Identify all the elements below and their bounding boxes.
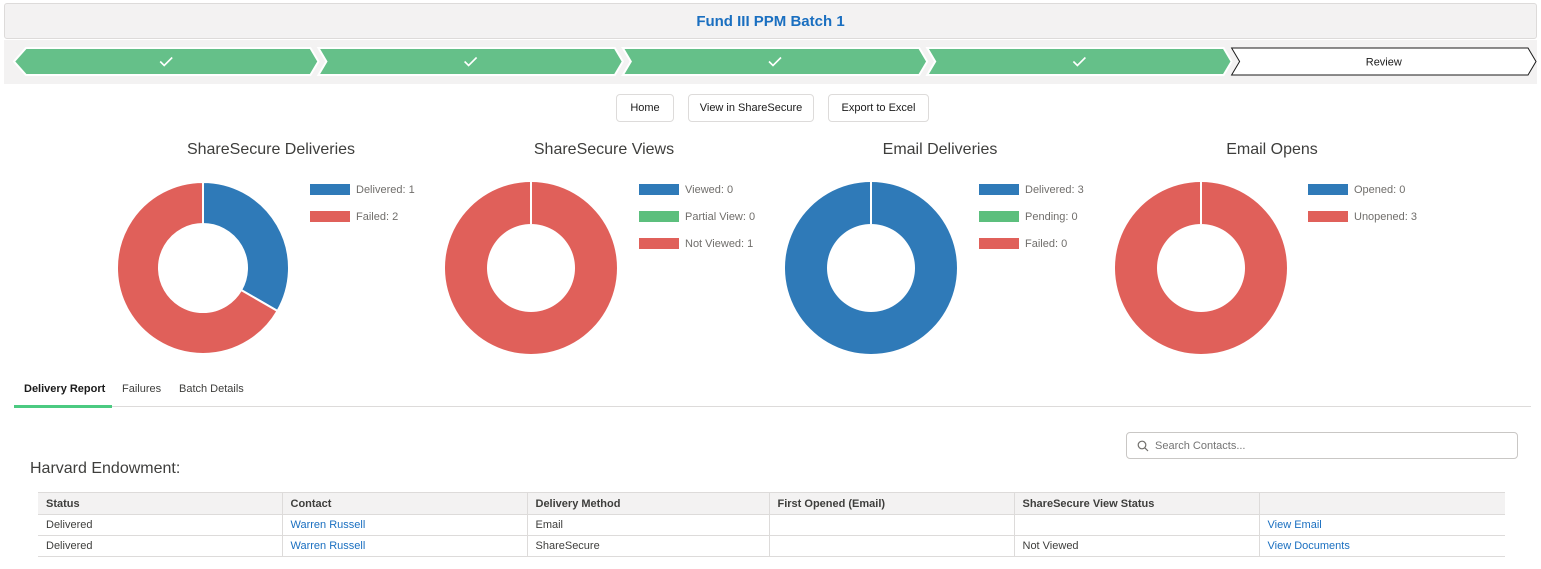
path-step-label: Review bbox=[1366, 57, 1402, 69]
column-header-first-opened: First Opened (Email) bbox=[768, 492, 1015, 515]
legend-item[interactable]: Not Viewed: 1 bbox=[639, 230, 755, 257]
legend-item[interactable]: Partial View: 0 bbox=[639, 203, 755, 230]
legend-swatch bbox=[1308, 211, 1348, 222]
path-step-1[interactable] bbox=[12, 47, 320, 76]
delivery-report-table: Status Contact Delivery Method First Ope… bbox=[38, 492, 1505, 557]
legend-item[interactable]: Failed: 2 bbox=[310, 203, 415, 230]
table-header-row: Status Contact Delivery Method First Ope… bbox=[38, 492, 1505, 515]
legend-label: Delivered: 1 bbox=[356, 183, 415, 196]
legend-item[interactable]: Delivered: 1 bbox=[310, 176, 415, 203]
report-tabs: Delivery Report Failures Batch Details bbox=[14, 381, 1531, 408]
cell-status: Delivered bbox=[38, 514, 282, 536]
path-step-4[interactable] bbox=[925, 47, 1233, 76]
table-row: Delivered Warren Russell ShareSecure Not… bbox=[38, 535, 1505, 557]
legend-item[interactable]: Unopened: 3 bbox=[1308, 203, 1417, 230]
legend-email-opens: Opened: 0 Unopened: 3 bbox=[1308, 176, 1417, 230]
column-header-sharesecure-view-status: ShareSecure View Status bbox=[1013, 492, 1260, 515]
legend-email-deliveries: Delivered: 3 Pending: 0 Failed: 0 bbox=[979, 176, 1084, 257]
legend-swatch bbox=[979, 184, 1019, 195]
legend-label: Failed: 0 bbox=[1025, 237, 1068, 250]
cell-delivery-method: Email bbox=[526, 514, 769, 536]
legend-item[interactable]: Viewed: 0 bbox=[639, 176, 755, 203]
legend-item[interactable]: Pending: 0 bbox=[979, 203, 1084, 230]
cell-first-opened bbox=[768, 535, 1014, 557]
tab-batch-details[interactable]: Batch Details bbox=[179, 383, 244, 395]
legend-swatch bbox=[1308, 184, 1348, 195]
contact-link[interactable]: Warren Russell bbox=[281, 535, 527, 557]
record-header: Fund III PPM Batch 1 bbox=[4, 3, 1537, 39]
view-in-sharesecure-button[interactable]: View in ShareSecure bbox=[688, 94, 814, 122]
legend-swatch bbox=[639, 211, 679, 222]
search-icon bbox=[1137, 440, 1149, 451]
legend-sharesecure-deliveries: Delivered: 1 Failed: 2 bbox=[310, 176, 415, 230]
home-button[interactable]: Home bbox=[616, 94, 674, 122]
legend-sharesecure-views: Viewed: 0 Partial View: 0 Not Viewed: 1 bbox=[639, 176, 755, 257]
cell-view-status: Not Viewed bbox=[1013, 535, 1259, 557]
tab-failures[interactable]: Failures bbox=[122, 383, 161, 395]
account-section-title: Harvard Endowment: bbox=[30, 460, 181, 477]
active-tab-indicator bbox=[14, 405, 112, 408]
cell-first-opened bbox=[768, 514, 1014, 536]
chart-title-email-deliveries: Email Deliveries bbox=[882, 141, 998, 158]
legend-item[interactable]: Opened: 0 bbox=[1308, 176, 1417, 203]
contact-link[interactable]: Warren Russell bbox=[281, 514, 527, 536]
path-svg: Review bbox=[12, 47, 1537, 76]
chart-title-sharesecure-views: ShareSecure Views bbox=[533, 141, 675, 158]
export-to-excel-button[interactable]: Export to Excel bbox=[828, 94, 929, 122]
column-header-status: Status bbox=[38, 492, 283, 515]
legend-swatch bbox=[310, 211, 350, 222]
legend-label: Delivered: 3 bbox=[1025, 183, 1084, 196]
search-contacts-box[interactable] bbox=[1126, 432, 1518, 459]
legend-label: Pending: 0 bbox=[1025, 210, 1078, 223]
chart-title-email-opens: Email Opens bbox=[1226, 141, 1318, 158]
legend-label: Not Viewed: 1 bbox=[685, 237, 754, 250]
progress-path: Review bbox=[4, 40, 1537, 84]
donut-chart-email-deliveries bbox=[785, 182, 957, 354]
cell-delivery-method: ShareSecure bbox=[526, 535, 769, 557]
column-header-actions bbox=[1258, 492, 1505, 515]
legend-label: Unopened: 3 bbox=[1354, 210, 1417, 223]
cell-view-status bbox=[1013, 514, 1259, 536]
legend-label: Viewed: 0 bbox=[685, 183, 734, 196]
tab-delivery-report[interactable]: Delivery Report bbox=[24, 383, 105, 395]
cell-status: Delivered bbox=[38, 535, 282, 557]
action-buttons: Home View in ShareSecure Export to Excel bbox=[0, 94, 1541, 122]
column-header-delivery-method: Delivery Method bbox=[526, 492, 770, 515]
table-row: Delivered Warren Russell Email View Emai… bbox=[38, 514, 1505, 536]
path-step-3[interactable] bbox=[621, 47, 929, 76]
legend-label: Opened: 0 bbox=[1354, 183, 1406, 196]
legend-swatch bbox=[310, 184, 350, 195]
chart-title-sharesecure-deliveries: ShareSecure Deliveries bbox=[186, 141, 356, 158]
search-contacts-input[interactable] bbox=[1155, 439, 1495, 452]
legend-swatch bbox=[639, 184, 679, 195]
path-step-2[interactable] bbox=[316, 47, 624, 76]
page-title: Fund III PPM Batch 1 bbox=[696, 12, 845, 30]
donut-slice-0[interactable] bbox=[202, 182, 289, 313]
legend-label: Partial View: 0 bbox=[685, 210, 756, 223]
legend-label: Failed: 2 bbox=[356, 210, 399, 223]
legend-swatch bbox=[979, 211, 1019, 222]
view-documents-link[interactable]: View Documents bbox=[1258, 535, 1505, 557]
legend-item[interactable]: Delivered: 3 bbox=[979, 176, 1084, 203]
donut-chart-email-opens bbox=[1115, 182, 1287, 354]
view-email-link[interactable]: View Email bbox=[1258, 514, 1505, 536]
donut-chart-sharesecure-views bbox=[445, 182, 617, 354]
legend-item[interactable]: Failed: 0 bbox=[979, 230, 1084, 257]
donut-chart-sharesecure-deliveries bbox=[117, 182, 289, 354]
legend-swatch bbox=[979, 238, 1019, 249]
legend-swatch bbox=[639, 238, 679, 249]
column-header-contact: Contact bbox=[281, 492, 528, 515]
